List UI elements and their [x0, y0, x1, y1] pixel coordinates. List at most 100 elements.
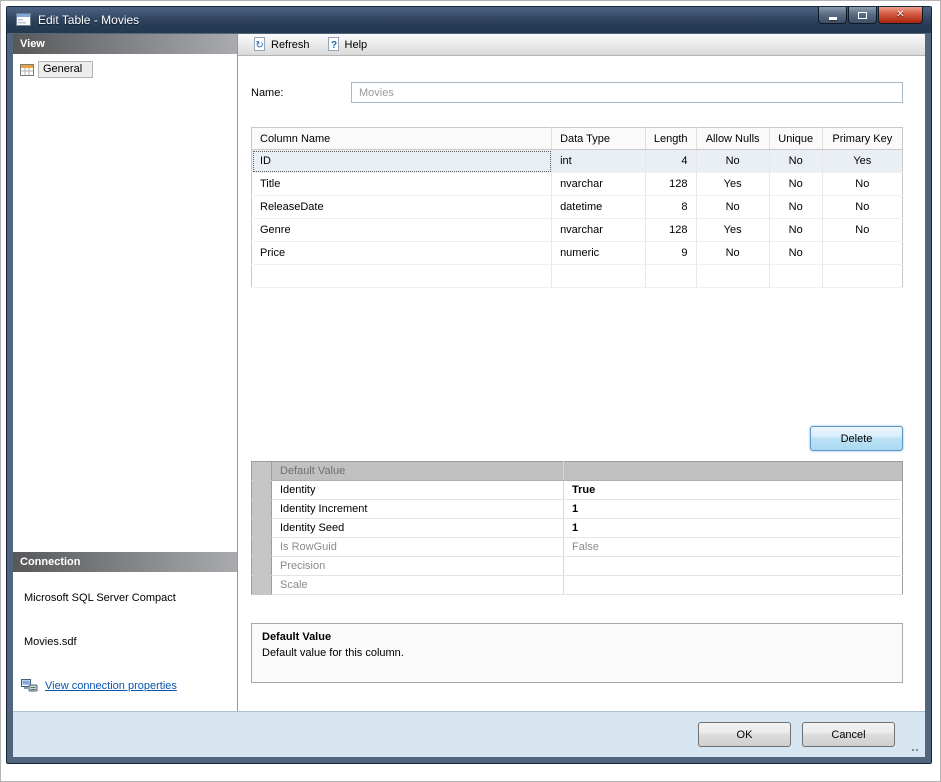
cell-unique: No [769, 150, 822, 173]
help-icon: ? [326, 37, 341, 52]
connection-database-label: Movies.sdf [24, 636, 237, 648]
table-row[interactable]: Genre nvarchar 128 Yes No No [252, 219, 903, 242]
connection-link-row: View connection properties [21, 678, 237, 693]
sidebar-item-general-label: General [38, 61, 93, 78]
help-button[interactable]: ? Help [320, 36, 374, 53]
cell-unique [769, 265, 822, 288]
main-panel: ↻ Refresh ? Help Name [238, 34, 925, 711]
view-section-header: View [13, 34, 237, 54]
name-input[interactable] [351, 82, 903, 103]
close-icon: ✕ [896, 10, 904, 20]
row-gutter [252, 557, 272, 576]
cell-length: 9 [645, 242, 696, 265]
screenshot-root: Edit Table - Movies ✕ View General [0, 0, 941, 782]
cell-data-type: nvarchar [552, 219, 646, 242]
cell-primary-key: No [822, 219, 902, 242]
property-row-precision[interactable]: Precision [252, 557, 903, 576]
cell-column-name: Price [252, 242, 552, 265]
refresh-label: Refresh [271, 39, 310, 51]
column-header-allow-nulls: Allow Nulls [696, 128, 769, 150]
cell-unique: No [769, 196, 822, 219]
cell-data-type: int [552, 150, 646, 173]
property-row-is-rowguid[interactable]: Is RowGuid False [252, 538, 903, 557]
properties-grid: Default Value Identity True [251, 461, 903, 595]
table-row-empty[interactable] [252, 265, 903, 288]
refresh-button[interactable]: ↻ Refresh [246, 36, 316, 53]
column-header-data-type: Data Type [552, 128, 646, 150]
minimize-button[interactable] [818, 7, 847, 24]
cell-primary-key [822, 265, 902, 288]
connection-properties-icon [21, 678, 38, 693]
column-header-unique: Unique [769, 128, 822, 150]
property-value: 1 [564, 500, 903, 519]
edit-table-window: Edit Table - Movies ✕ View General [6, 6, 932, 764]
column-header-length: Length [645, 128, 696, 150]
cell-column-name: ID [252, 150, 552, 173]
maximize-icon [858, 12, 867, 19]
resize-grip[interactable] [911, 748, 920, 753]
name-label: Name: [251, 87, 351, 99]
row-gutter [252, 576, 272, 595]
property-row-identity[interactable]: Identity True [252, 481, 903, 500]
cell-column-name: ReleaseDate [252, 196, 552, 219]
property-value [564, 576, 903, 595]
delete-row: Delete [251, 426, 903, 451]
column-header-name: Column Name [252, 128, 552, 150]
table-row[interactable]: ReleaseDate datetime 8 No No No [252, 196, 903, 219]
close-button[interactable]: ✕ [878, 7, 923, 24]
property-row-default-value[interactable]: Default Value [252, 462, 903, 481]
cell-length: 8 [645, 196, 696, 219]
delete-button[interactable]: Delete [810, 426, 903, 451]
cell-length: 4 [645, 150, 696, 173]
property-value: False [564, 538, 903, 557]
property-row-scale[interactable]: Scale [252, 576, 903, 595]
cell-primary-key: Yes [822, 150, 902, 173]
table-row-selected[interactable]: ID int 4 No No Yes [252, 150, 903, 173]
row-gutter [252, 462, 272, 481]
property-label: Precision [272, 557, 564, 576]
row-gutter [252, 481, 272, 500]
cancel-button[interactable]: Cancel [802, 722, 895, 747]
cell-primary-key: No [822, 173, 902, 196]
sidebar-item-general[interactable]: General [19, 61, 93, 78]
maximize-button[interactable] [848, 7, 877, 24]
property-row-identity-increment[interactable]: Identity Increment 1 [252, 500, 903, 519]
property-label: Default Value [272, 462, 564, 481]
refresh-icon: ↻ [252, 37, 267, 52]
help-label: Help [345, 39, 368, 51]
cell-allow-nulls: No [696, 196, 769, 219]
window-body: View General Connection Microsoft SQL Se… [13, 34, 925, 757]
ok-button[interactable]: OK [698, 722, 791, 747]
view-connection-properties-link[interactable]: View connection properties [45, 680, 177, 692]
property-value: 1 [564, 519, 903, 538]
connection-provider-label: Microsoft SQL Server Compact [24, 592, 237, 604]
cell-unique: No [769, 173, 822, 196]
row-gutter [252, 538, 272, 557]
cell-unique: No [769, 242, 822, 265]
cell-data-type: datetime [552, 196, 646, 219]
cell-data-type [552, 265, 646, 288]
cell-primary-key: No [822, 196, 902, 219]
columns-table: Column Name Data Type Length Allow Nulls… [251, 127, 903, 288]
row-gutter [252, 519, 272, 538]
cell-data-type: numeric [552, 242, 646, 265]
cell-allow-nulls [696, 265, 769, 288]
property-description-text: Default value for this column. [262, 647, 892, 659]
property-value [564, 557, 903, 576]
svg-text:↻: ↻ [255, 40, 263, 51]
table-row[interactable]: Price numeric 9 No No [252, 242, 903, 265]
cell-column-name: Genre [252, 219, 552, 242]
table-row[interactable]: Title nvarchar 128 Yes No No [252, 173, 903, 196]
sidebar-spacer [13, 78, 237, 552]
name-row: Name: [251, 82, 903, 103]
property-label: Identity [272, 481, 564, 500]
cell-allow-nulls: No [696, 150, 769, 173]
footer: OK Cancel [13, 711, 925, 757]
property-row-identity-seed[interactable]: Identity Seed 1 [252, 519, 903, 538]
cell-allow-nulls: Yes [696, 219, 769, 242]
window-icon [16, 13, 32, 27]
property-label: Scale [272, 576, 564, 595]
titlebar[interactable]: Edit Table - Movies ✕ [7, 7, 931, 33]
svg-text:?: ? [331, 40, 337, 51]
cell-data-type: nvarchar [552, 173, 646, 196]
